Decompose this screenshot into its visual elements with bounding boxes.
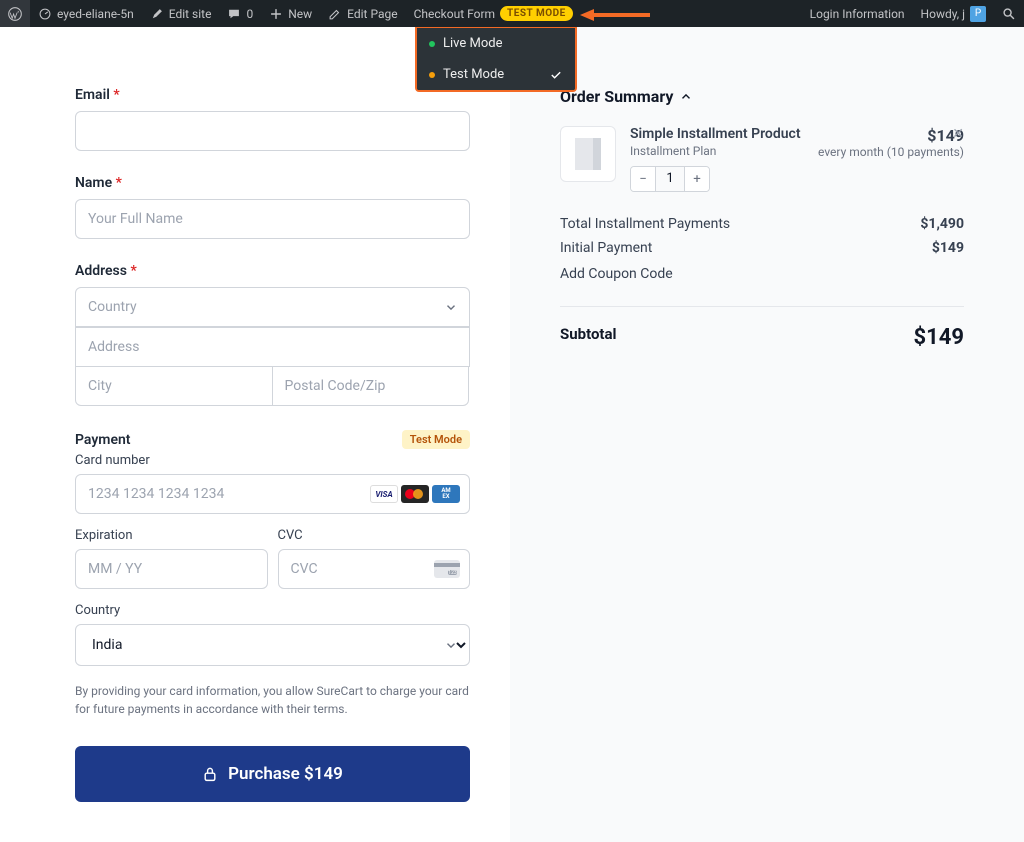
purchase-button[interactable]: Purchase $149: [75, 746, 470, 802]
wordpress-icon: [8, 7, 22, 21]
card-brand-icons: VISA AMEX: [370, 485, 460, 503]
visa-icon: VISA: [370, 485, 398, 503]
cvc-label: CVC: [278, 528, 471, 543]
quantity-stepper: − 1 +: [630, 166, 710, 192]
summary-line-item: Simple Installment Product Installment P…: [560, 126, 964, 212]
edit-page-item[interactable]: Edit Page: [320, 0, 405, 27]
mastercard-icon: [401, 485, 429, 503]
address-street-input[interactable]: [75, 327, 470, 367]
address-label: Address *: [75, 263, 470, 279]
subtotal-row: Subtotal $149: [560, 306, 964, 350]
svg-text:123: 123: [448, 570, 457, 576]
name-label: Name *: [75, 175, 470, 191]
item-cadence: every month (10 payments): [818, 145, 964, 159]
plus-icon: [269, 7, 283, 21]
cvc-card-icon: 123: [434, 560, 460, 578]
site-name-item[interactable]: eyed-eliane-5n: [30, 0, 142, 27]
card-number-label: Card number: [75, 453, 470, 468]
login-info-item[interactable]: Login Information: [802, 0, 913, 27]
edit-site-item[interactable]: Edit site: [142, 0, 220, 27]
email-group: Email *: [75, 87, 470, 151]
initial-payment-row: Initial Payment $149: [560, 236, 964, 260]
edit-page-label: Edit Page: [347, 7, 397, 21]
product-thumbnail: [560, 126, 616, 182]
checkout-form-label: Checkout Form: [414, 7, 495, 21]
lock-icon: [202, 766, 218, 782]
dashboard-icon: [38, 7, 52, 21]
expiration-input[interactable]: [75, 549, 268, 589]
add-coupon-link[interactable]: Add Coupon Code: [560, 260, 964, 300]
wp-admin-bar: eyed-eliane-5n Edit site 0 New Edit Page…: [0, 0, 1024, 27]
dot-icon: [429, 72, 435, 78]
avatar: P: [970, 6, 986, 22]
name-group: Name *: [75, 175, 470, 239]
qty-value: 1: [655, 167, 685, 191]
total-installment-row: Total Installment Payments $1,490: [560, 212, 964, 236]
fine-print: By providing your card information, you …: [75, 682, 470, 718]
pencil-icon: [328, 7, 342, 21]
qty-increase-button[interactable]: +: [685, 167, 709, 191]
order-summary-title[interactable]: Order Summary: [560, 87, 964, 106]
payment-label: Payment: [75, 432, 131, 448]
purchase-label: Purchase $149: [228, 764, 343, 784]
payment-country-select[interactable]: India: [75, 624, 470, 666]
dot-icon: [429, 41, 435, 47]
expiration-label: Expiration: [75, 528, 268, 543]
wp-logo[interactable]: [0, 0, 30, 27]
check-icon: [549, 68, 563, 82]
remove-item-button[interactable]: ✕: [952, 126, 964, 142]
address-country-select[interactable]: [75, 287, 470, 327]
comments-item[interactable]: 0: [219, 0, 261, 27]
search-item[interactable]: [994, 0, 1024, 27]
address-postal-input[interactable]: [272, 366, 470, 406]
mode-option-test[interactable]: Test Mode: [417, 59, 575, 90]
email-input[interactable]: [75, 111, 470, 151]
comment-icon: [227, 7, 241, 21]
payment-test-badge: Test Mode: [402, 430, 470, 449]
brush-icon: [150, 7, 164, 21]
new-label: New: [288, 7, 312, 21]
howdy-label: Howdy, j: [921, 7, 965, 21]
amex-icon: AMEX: [432, 485, 460, 503]
address-city-input[interactable]: [75, 366, 273, 406]
chevron-up-icon: [679, 90, 693, 104]
name-input[interactable]: [75, 199, 470, 239]
mode-dropdown: Live Mode Test Mode: [415, 27, 577, 92]
test-mode-badge: TEST MODE: [500, 6, 573, 21]
test-mode-label: Test Mode: [443, 67, 504, 82]
live-mode-label: Live Mode: [443, 36, 502, 51]
item-price: $149: [818, 126, 964, 145]
address-group: Address *: [75, 263, 470, 406]
checkout-page: Email * Name * Address *: [0, 27, 1024, 842]
login-info-label: Login Information: [810, 7, 905, 21]
search-icon: [1002, 7, 1016, 21]
edit-site-label: Edit site: [169, 7, 212, 21]
payment-country-label: Country: [75, 603, 470, 618]
payment-group: Payment Test Mode Card number VISA AMEX …: [75, 430, 470, 718]
site-name: eyed-eliane-5n: [57, 7, 134, 21]
order-summary: Order Summary Simple Installment Product…: [510, 27, 1024, 842]
account-item[interactable]: Howdy, j P: [913, 0, 994, 27]
qty-decrease-button[interactable]: −: [631, 167, 655, 191]
product-plan: Installment Plan: [630, 144, 801, 158]
new-item[interactable]: New: [261, 0, 320, 27]
email-label: Email *: [75, 87, 470, 103]
product-name: Simple Installment Product: [630, 126, 801, 142]
mode-option-live[interactable]: Live Mode: [417, 28, 575, 59]
checkout-form: Email * Name * Address *: [0, 27, 510, 842]
comment-count: 0: [246, 7, 253, 21]
checkout-form-item[interactable]: Checkout Form TEST MODE: [406, 0, 581, 27]
